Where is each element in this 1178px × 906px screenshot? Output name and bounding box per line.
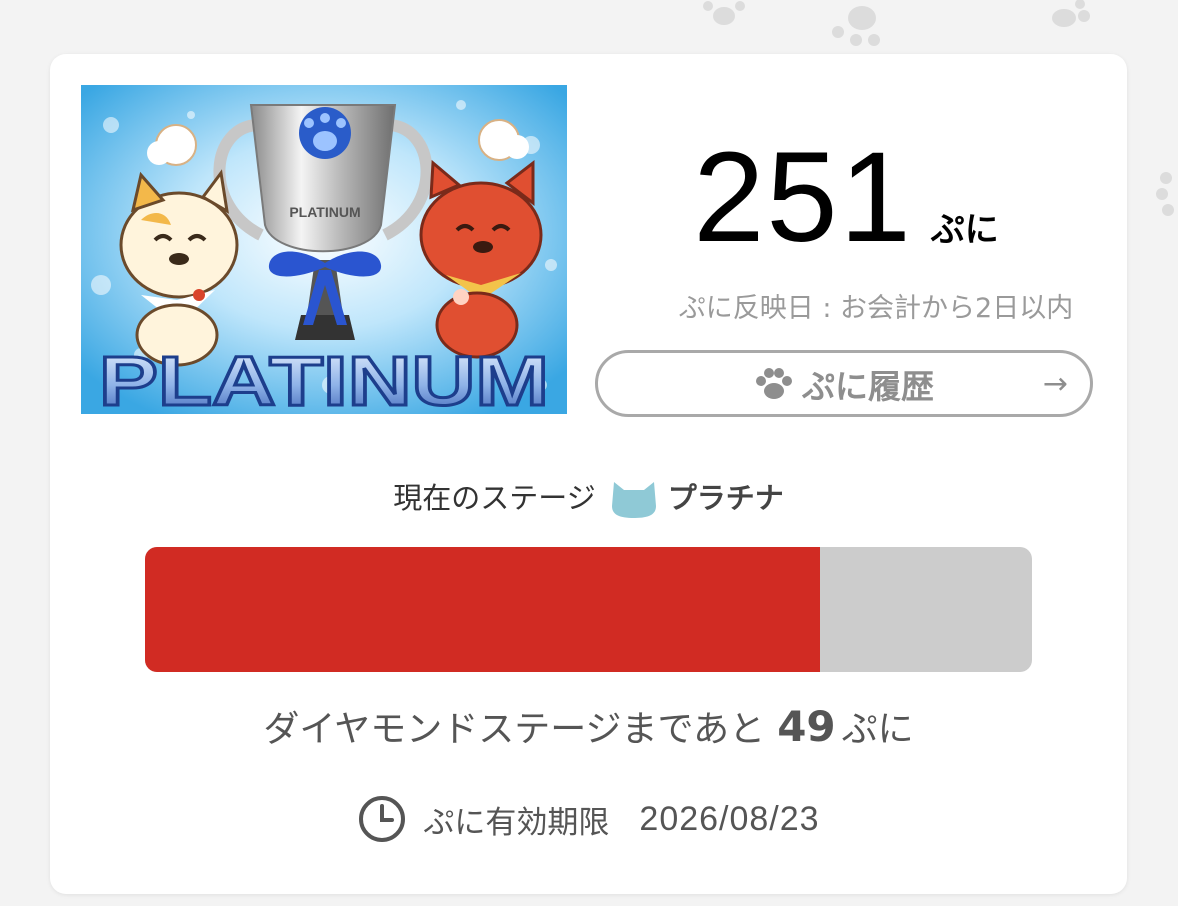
points-expiry: ぷに有効期限 2026/08/23	[50, 794, 1127, 844]
banner-title: PLATINUM	[99, 342, 549, 414]
points-display: 251 ぷに	[595, 134, 1097, 262]
paw-icon	[756, 367, 792, 399]
history-button-label: ぷに履歴	[802, 366, 934, 406]
remaining-to-next-stage: ダイヤモンドステージまであと 49 ぷに	[50, 700, 1127, 752]
background-paw-icon	[1156, 172, 1174, 216]
platinum-banner: PLATINUM PLATINUM	[81, 85, 567, 414]
background-paw-icon	[703, 1, 745, 25]
current-stage-name: プラチナ	[667, 481, 784, 515]
points-reflect-note: ぷに反映日 : お会計から2日以内	[678, 293, 1074, 324]
cat-icon	[611, 482, 656, 518]
current-stage: 現在のステージ プラチナ	[50, 474, 1127, 518]
stage-progress-bar	[145, 547, 1032, 672]
points-history-button[interactable]: ぷに履歴 →	[595, 350, 1093, 417]
points-value: 251	[693, 126, 913, 269]
stage-progress-fill	[145, 547, 820, 672]
remaining-value: 49	[777, 702, 836, 751]
arrow-right-icon: →	[1042, 366, 1068, 401]
trophy-label: PLATINUM	[289, 204, 360, 220]
expiry-date: 2026/08/23	[639, 799, 820, 838]
current-stage-label: 現在のステージ	[393, 481, 596, 515]
remaining-prefix: ダイヤモンドステージまであと	[263, 709, 766, 750]
expiry-label: ぷに有効期限	[423, 804, 610, 841]
points-unit: ぷに	[930, 210, 999, 250]
clock-icon	[359, 796, 406, 842]
background-paw-icon	[832, 6, 880, 46]
remaining-unit: ぷに	[841, 709, 914, 750]
background-paw-icon	[1052, 0, 1090, 27]
points-card: PLATINUM PLATINUM 251 ぷに ぷに反映日: お会計から2日…	[50, 54, 1127, 894]
